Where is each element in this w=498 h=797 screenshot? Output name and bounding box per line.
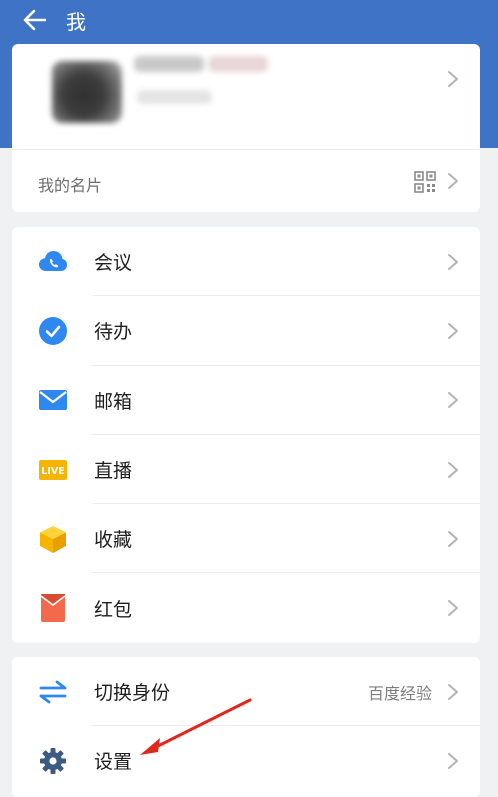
menu-item-settings[interactable]: 设置	[12, 726, 480, 795]
chevron-right-icon	[448, 530, 458, 547]
qr-code-icon	[414, 171, 436, 193]
avatar	[52, 61, 122, 123]
top-bar: 我	[0, 0, 498, 40]
todo-check-icon	[38, 316, 68, 346]
feature-menu-card: 会议 待办 邮箱 LIVE 直播 收藏 红包	[12, 227, 480, 643]
my-namecard-row[interactable]: 我的名片	[12, 149, 480, 212]
profile-row[interactable]	[12, 44, 480, 149]
live-icon: LIVE	[38, 455, 68, 485]
menu-item-red-packet[interactable]: 红包	[12, 573, 480, 642]
menu-item-switch-identity[interactable]: 切换身份 百度经验	[12, 657, 480, 727]
account-menu-card: 切换身份 百度经验 设置	[12, 657, 480, 797]
menu-item-label: 红包	[94, 598, 133, 621]
meeting-cloud-icon	[38, 247, 68, 277]
red-packet-icon	[38, 593, 68, 623]
menu-item-meeting[interactable]: 会议	[12, 227, 480, 297]
menu-item-label: 设置	[94, 751, 133, 774]
chevron-right-icon	[448, 600, 458, 617]
menu-item-label: 直播	[94, 460, 133, 483]
menu-item-label: 会议	[94, 252, 133, 275]
chevron-right-icon	[448, 461, 458, 478]
favorites-box-icon	[38, 524, 68, 554]
current-identity-text: 百度经验	[367, 683, 432, 703]
chevron-right-icon	[448, 173, 458, 189]
gear-icon	[38, 746, 68, 776]
menu-item-todo[interactable]: 待办	[12, 296, 480, 366]
namecard-label: 我的名片	[38, 176, 103, 195]
chevron-right-icon	[448, 752, 458, 769]
menu-item-label: 待办	[94, 321, 133, 344]
blurred-subtitle	[137, 90, 212, 104]
page-title: 我	[66, 9, 86, 34]
menu-item-label: 邮箱	[94, 390, 133, 413]
mail-icon	[38, 385, 68, 415]
menu-item-mail[interactable]: 邮箱	[12, 366, 480, 435]
menu-item-favorites[interactable]: 收藏	[12, 504, 480, 574]
live-icon-text: LIVE	[41, 466, 64, 477]
back-button[interactable]	[10, 3, 58, 37]
profile-card: 我的名片	[12, 44, 480, 212]
chevron-right-icon	[448, 253, 458, 270]
chevron-right-icon	[448, 322, 458, 339]
switch-identity-icon	[38, 677, 68, 707]
blurred-name	[134, 56, 204, 72]
chevron-right-icon	[448, 71, 458, 87]
menu-item-live[interactable]: LIVE 直播	[12, 435, 480, 505]
back-arrow-icon	[23, 9, 46, 31]
blurred-badge	[208, 56, 268, 72]
chevron-right-icon	[448, 392, 458, 409]
menu-item-label: 切换身份	[94, 682, 171, 705]
chevron-right-icon	[448, 683, 458, 700]
menu-item-label: 收藏	[94, 529, 133, 552]
